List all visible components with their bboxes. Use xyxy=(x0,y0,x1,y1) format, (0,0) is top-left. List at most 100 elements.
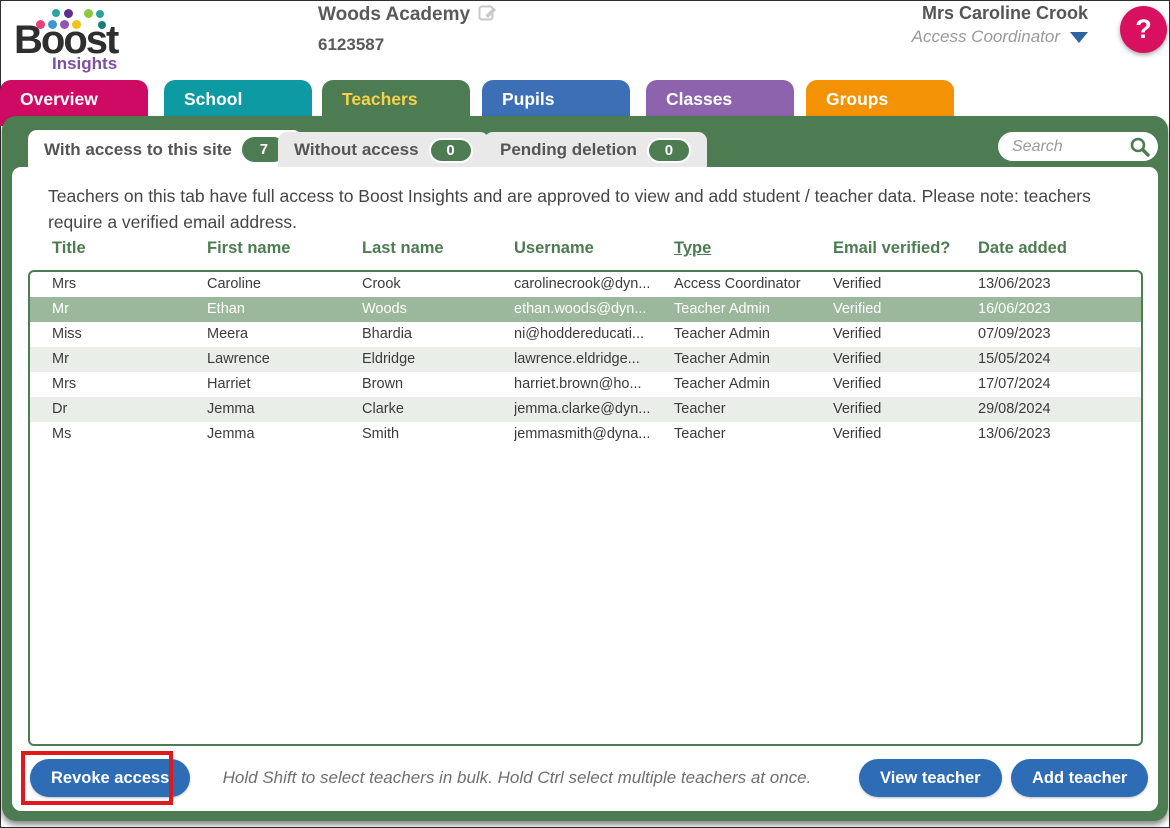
table-row[interactable]: MsJemmaSmithjemmasmith@dyna...TeacherVer… xyxy=(30,422,1141,447)
cell-date-added: 13/06/2023 xyxy=(978,422,1141,447)
cell-username: carolinecrook@dyn... xyxy=(514,272,674,297)
column-header-email-verified[interactable]: Email verified? xyxy=(833,239,978,258)
cell-first-name: Lawrence xyxy=(207,347,362,372)
cell-date-added: 15/05/2024 xyxy=(978,347,1141,372)
cell-type: Teacher Admin xyxy=(674,347,833,372)
subtab-label: Pending deletion xyxy=(500,140,637,160)
cell-title: Miss xyxy=(52,322,207,347)
table-row[interactable]: MrsCarolineCrookcarolinecrook@dyn...Acce… xyxy=(30,272,1141,297)
help-button[interactable]: ? xyxy=(1120,6,1167,53)
cell-date-added: 17/07/2024 xyxy=(978,372,1141,397)
cell-username: ethan.woods@dyn... xyxy=(514,297,674,322)
cell-username: lawrence.eldridge... xyxy=(514,347,674,372)
cell-first-name: Jemma xyxy=(207,422,362,447)
subtab-label: With access to this site xyxy=(44,140,232,160)
subtab-count-badge: 0 xyxy=(647,138,691,163)
subtab-without-access[interactable]: Without access 0 xyxy=(278,132,489,168)
teachers-table: MrsCarolineCrookcarolinecrook@dyn...Acce… xyxy=(28,270,1143,746)
cell-last-name: Crook xyxy=(362,272,514,297)
column-header-title[interactable]: Title xyxy=(52,239,207,258)
selection-hint: Hold Shift to select teachers in bulk. H… xyxy=(192,768,842,788)
cell-date-added: 16/06/2023 xyxy=(978,297,1141,322)
cell-title: Mr xyxy=(52,297,207,322)
user-role: Access Coordinator xyxy=(912,27,1060,47)
view-teacher-button[interactable]: View teacher xyxy=(859,759,1002,797)
cell-first-name: Jemma xyxy=(207,397,362,422)
cell-username: ni@hoddereducati... xyxy=(514,322,674,347)
cell-last-name: Clarke xyxy=(362,397,514,422)
subtab-pending-deletion[interactable]: Pending deletion 0 xyxy=(484,132,707,168)
boost-logo: Boost Insights xyxy=(14,4,144,76)
column-header-type[interactable]: Type xyxy=(674,239,833,258)
cell-title: Mr xyxy=(52,347,207,372)
cell-email-verified: Verified xyxy=(833,297,978,322)
user-name: Mrs Caroline Crook xyxy=(912,3,1088,24)
table-row[interactable]: MrsHarrietBrownharriet.brown@ho...Teache… xyxy=(30,372,1141,397)
teachers-panel: With access to this site7Without access 0… xyxy=(2,116,1168,821)
table-row[interactable]: MrEthanWoodsethan.woods@dyn...Teacher Ad… xyxy=(30,297,1141,322)
search-box xyxy=(998,132,1158,161)
cell-username: jemma.clarke@dyn... xyxy=(514,397,674,422)
tab-label: Pupils xyxy=(502,89,555,109)
cell-type: Teacher xyxy=(674,422,833,447)
cell-email-verified: Verified xyxy=(833,322,978,347)
tab-content: Teachers on this tab have full access to… xyxy=(12,167,1158,811)
cell-type: Teacher Admin xyxy=(674,372,833,397)
cell-date-added: 29/08/2024 xyxy=(978,397,1141,422)
table-row[interactable]: DrJemmaClarkejemma.clarke@dyn...TeacherV… xyxy=(30,397,1141,422)
tab-label: Classes xyxy=(666,89,732,109)
cell-first-name: Caroline xyxy=(207,272,362,297)
logo-secondary-text: Insights xyxy=(52,54,117,74)
search-icon[interactable] xyxy=(1129,136,1151,163)
chevron-down-icon[interactable] xyxy=(1070,32,1088,43)
cell-email-verified: Verified xyxy=(833,272,978,297)
tab-label: Overview xyxy=(20,89,98,109)
table-row[interactable]: MissMeeraBhardiani@hoddereducati...Teach… xyxy=(30,322,1141,347)
cell-last-name: Smith xyxy=(362,422,514,447)
cell-first-name: Meera xyxy=(207,322,362,347)
cell-last-name: Woods xyxy=(362,297,514,322)
tab-label: Teachers xyxy=(342,89,418,109)
cell-title: Mrs xyxy=(52,372,207,397)
cell-last-name: Brown xyxy=(362,372,514,397)
cell-last-name: Eldridge xyxy=(362,347,514,372)
add-teacher-button[interactable]: Add teacher xyxy=(1011,759,1148,797)
column-header-last-name[interactable]: Last name xyxy=(362,239,514,258)
app-window: Boost Insights Woods Academy 6123587 Mrs… xyxy=(0,0,1170,828)
column-header-date-added[interactable]: Date added xyxy=(978,239,1141,258)
user-menu[interactable]: Mrs Caroline Crook Access Coordinator xyxy=(912,3,1088,47)
cell-username: jemmasmith@dyna... xyxy=(514,422,674,447)
cell-email-verified: Verified xyxy=(833,422,978,447)
cell-first-name: Harriet xyxy=(207,372,362,397)
cell-email-verified: Verified xyxy=(833,372,978,397)
table-row[interactable]: MrLawrenceEldridgelawrence.eldridge...Te… xyxy=(30,347,1141,372)
cell-email-verified: Verified xyxy=(833,347,978,372)
cell-last-name: Bhardia xyxy=(362,322,514,347)
tab-label: School xyxy=(184,89,242,109)
subtab-count-badge: 0 xyxy=(429,138,473,163)
cell-username: harriet.brown@ho... xyxy=(514,372,674,397)
tab-label: Groups xyxy=(826,89,888,109)
column-header-username[interactable]: Username xyxy=(514,239,674,258)
revoke-access-button[interactable]: Revoke access xyxy=(30,759,190,797)
cell-type: Access Coordinator xyxy=(674,272,833,297)
cell-type: Teacher Admin xyxy=(674,297,833,322)
subtab-with-access-to-this-site[interactable]: With access to this site7 xyxy=(28,130,302,169)
school-name: Woods Academy xyxy=(318,4,470,25)
subtab-label: Without access xyxy=(294,140,419,160)
cell-title: Mrs xyxy=(52,272,207,297)
edit-school-name-icon[interactable] xyxy=(478,3,498,28)
cell-date-added: 07/09/2023 xyxy=(978,322,1141,347)
tab-teachers[interactable]: Teachers xyxy=(322,80,470,126)
cell-date-added: 13/06/2023 xyxy=(978,272,1141,297)
table-header-row: TitleFirst nameLast nameUsernameTypeEmai… xyxy=(30,239,1141,258)
cell-title: Ms xyxy=(52,422,207,447)
column-header-first-name[interactable]: First name xyxy=(207,239,362,258)
school-id: 6123587 xyxy=(318,35,498,55)
cell-email-verified: Verified xyxy=(833,397,978,422)
cell-title: Dr xyxy=(52,397,207,422)
tab-description: Teachers on this tab have full access to… xyxy=(48,183,1126,236)
cell-type: Teacher xyxy=(674,397,833,422)
cell-first-name: Ethan xyxy=(207,297,362,322)
cell-type: Teacher Admin xyxy=(674,322,833,347)
